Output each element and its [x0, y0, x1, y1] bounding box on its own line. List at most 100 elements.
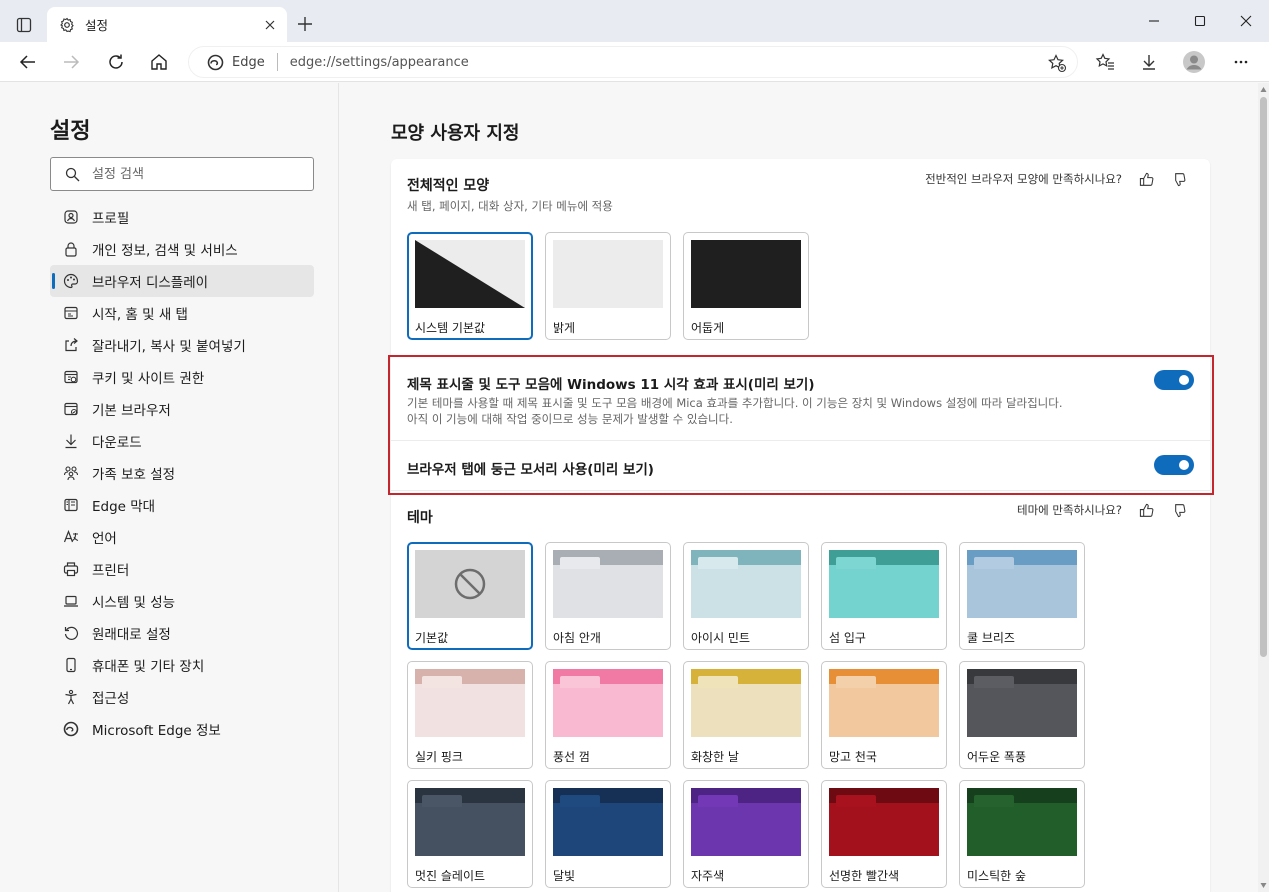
- laptop-icon: [62, 592, 80, 610]
- theme-option[interactable]: 멋진 슬레이트: [407, 780, 533, 888]
- theme-option[interactable]: 선명한 빨간색: [821, 780, 947, 888]
- theme-option[interactable]: 미스틱한 숲: [959, 780, 1085, 888]
- system-default-preview: [415, 240, 525, 308]
- sidebar-item-phone[interactable]: 휴대폰 및 기타 장치: [50, 649, 314, 681]
- address-bar[interactable]: Edge edge://settings/appearance: [188, 46, 1078, 78]
- page-title: 모양 사용자 지정: [391, 123, 520, 144]
- thumbs-down-button[interactable]: [1162, 499, 1194, 521]
- sidebar-item-privacy[interactable]: 개인 정보, 검색 및 서비스: [50, 233, 314, 265]
- palette-icon: [62, 272, 80, 290]
- add-favorite-button[interactable]: [1047, 53, 1067, 73]
- scrollbar[interactable]: [1258, 83, 1269, 892]
- theme-title: 테마: [407, 510, 433, 526]
- scroll-thumb[interactable]: [1260, 97, 1267, 657]
- thumbs-up-icon: [1139, 503, 1153, 517]
- theme-option-label: 쿨 브리즈: [967, 631, 1015, 645]
- thumbs-down-icon: [1174, 172, 1185, 186]
- home-button[interactable]: [143, 46, 175, 78]
- appearance-option-light[interactable]: 밝게: [545, 232, 671, 340]
- refresh-button[interactable]: [100, 46, 132, 78]
- accessibility-icon: [62, 688, 80, 706]
- tab-close-button[interactable]: [261, 16, 279, 34]
- new-tab-button[interactable]: [292, 11, 318, 37]
- theme-body: [691, 684, 801, 737]
- appearance-option-system[interactable]: 시스템 기본값: [407, 232, 533, 340]
- favorites-button[interactable]: [1089, 46, 1121, 78]
- reset-icon: [62, 624, 80, 642]
- window-close-button[interactable]: [1223, 0, 1269, 42]
- theme-option[interactable]: 아이시 민트: [683, 542, 809, 650]
- download-icon: [1143, 55, 1155, 70]
- theme-body: [553, 803, 663, 856]
- settings-main: 모양 사용자 지정 전체적인 모양 새 탭, 페이지, 대화 상자, 기타 메뉴…: [340, 83, 1258, 892]
- theme-tab-chip: [974, 557, 1014, 569]
- sidebar-item-cookies[interactable]: 쿠키 및 사이트 권한: [50, 361, 314, 393]
- sidebar-item-label: 시스템 및 성능: [92, 595, 176, 611]
- theme-option[interactable]: 어두운 폭풍: [959, 661, 1085, 769]
- theme-option[interactable]: 자주색: [683, 780, 809, 888]
- sidebar-item-about[interactable]: Microsoft Edge 정보: [50, 713, 314, 745]
- sidebar-item-appearance[interactable]: 브라우저 디스플레이: [50, 265, 314, 297]
- sidebar-item-edge-bar[interactable]: Edge 막대: [50, 489, 314, 521]
- refresh-icon: [109, 54, 123, 69]
- downloads-button[interactable]: [1133, 46, 1165, 78]
- minimize-button[interactable]: [1131, 0, 1177, 42]
- appearance-option-label: 어둡게: [691, 321, 725, 335]
- maximize-button[interactable]: [1177, 0, 1223, 42]
- overall-feedback: 전반적인 브라우저 모양에 만족하시나요?: [925, 168, 1194, 190]
- theme-option[interactable]: 실키 핑크: [407, 661, 533, 769]
- address-separator: [276, 53, 278, 71]
- sidebar-item-downloads[interactable]: 다운로드: [50, 425, 314, 457]
- theme-option[interactable]: 아침 안개: [545, 542, 671, 650]
- sidebar-item-printer[interactable]: 프린터: [50, 553, 314, 585]
- theme-tab-chip: [698, 795, 738, 807]
- theme-option[interactable]: 망고 천국: [821, 661, 947, 769]
- theme-option[interactable]: 섬 입구: [821, 542, 947, 650]
- thumbs-down-icon: [1174, 503, 1185, 517]
- theme-preview: [415, 788, 525, 856]
- browser-tab[interactable]: 설정: [47, 7, 287, 42]
- sidebar-item-default-browser[interactable]: 기본 브라우저: [50, 393, 314, 425]
- theme-option[interactable]: 화창한 날: [683, 661, 809, 769]
- profile-button[interactable]: [1178, 46, 1210, 78]
- sidebar-item-accessibility[interactable]: 접근성: [50, 681, 314, 713]
- sidebar-item-label: Edge 막대: [92, 499, 156, 515]
- thumbs-up-button[interactable]: [1130, 168, 1162, 190]
- sidebar-item-language[interactable]: 언어: [50, 521, 314, 553]
- scroll-up-icon: [1260, 87, 1267, 92]
- theme-option[interactable]: 달빛: [545, 780, 671, 888]
- family-icon: [62, 464, 80, 482]
- theme-preview: [691, 669, 801, 737]
- sidebar-item-system[interactable]: 시스템 및 성능: [50, 585, 314, 617]
- settings-more-button[interactable]: [1225, 46, 1257, 78]
- back-button[interactable]: [12, 46, 44, 78]
- title-bar: 설정: [0, 0, 1269, 42]
- sidebar-item-profile[interactable]: 프로필: [50, 201, 314, 233]
- forward-button[interactable]: [55, 46, 87, 78]
- blocked-icon: [454, 568, 486, 600]
- arrow-left-icon: [19, 55, 35, 69]
- theme-feedback: 테마에 만족하시나요?: [1017, 499, 1194, 521]
- theme-preview: [553, 788, 663, 856]
- sidebar-item-reset[interactable]: 원래대로 설정: [50, 617, 314, 649]
- browser-icon: [62, 400, 80, 418]
- settings-search[interactable]: [50, 157, 314, 191]
- sidebar-item-start-home[interactable]: 시작, 홈 및 새 탭: [50, 297, 314, 329]
- sidebar-item-family[interactable]: 가족 보호 설정: [50, 457, 314, 489]
- theme-option[interactable]: 풍선 껌: [545, 661, 671, 769]
- appearance-option-label: 밝게: [553, 321, 576, 335]
- theme-preview: [967, 550, 1077, 618]
- tab-actions-button[interactable]: [8, 9, 40, 41]
- lock-icon: [62, 240, 80, 258]
- sidebar-nav: 프로필 개인 정보, 검색 및 서비스 브라우저 디스플레이 시작, 홈 및 새…: [50, 201, 314, 745]
- sidebar-item-share-copy[interactable]: 잘라내기, 복사 및 붙여넣기: [50, 329, 314, 361]
- theme-option[interactable]: 쿨 브리즈: [959, 542, 1085, 650]
- appearance-option-dark[interactable]: 어둡게: [683, 232, 809, 340]
- home-tab-icon: [62, 304, 80, 322]
- url-text[interactable]: edge://settings/appearance: [290, 55, 469, 70]
- theme-option[interactable]: 기본값: [407, 542, 533, 650]
- thumbs-down-button[interactable]: [1162, 168, 1194, 190]
- thumbs-up-button[interactable]: [1130, 499, 1162, 521]
- theme-option-label: 아침 안개: [553, 631, 601, 645]
- search-input[interactable]: [92, 166, 292, 182]
